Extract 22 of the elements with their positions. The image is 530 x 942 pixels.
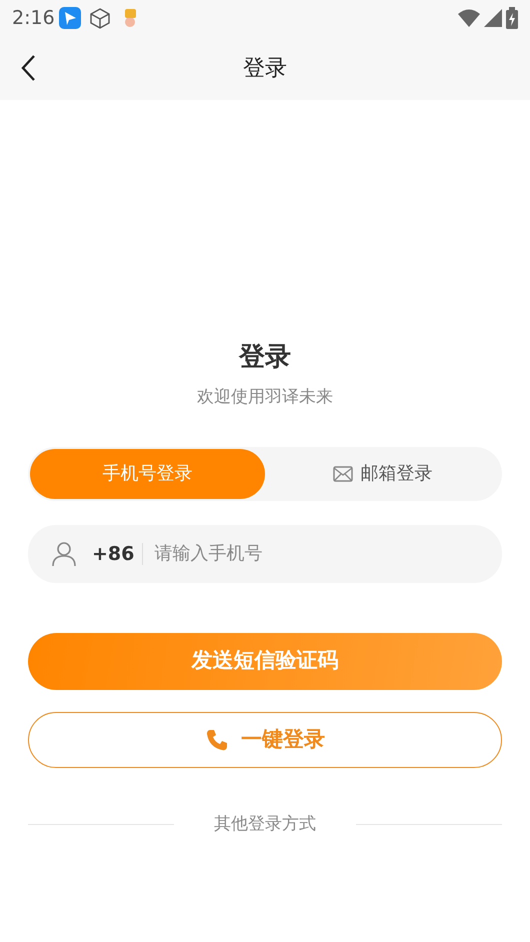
wifi-icon [458,9,480,27]
signal-icon [484,9,502,27]
back-button[interactable] [20,54,36,82]
battery-icon [506,7,518,29]
send-code-button[interactable]: 发送短信验证码 [28,632,502,690]
login-tab[interactable]: 手机号登录 [30,448,265,499]
user-icon [52,540,76,567]
phone-input-field[interactable]: 请输入手机号 [152,539,478,568]
phone-icon [205,728,229,752]
status-time: 2:16 [12,6,55,31]
cube-icon [88,7,111,29]
back-icon [20,54,36,82]
login-heading: 登录 [238,342,292,374]
page-title: 登录 [243,54,287,82]
mail-icon [332,466,352,482]
phone-field[interactable]: +86 请输入手机号 [28,524,502,583]
other-methods-label: 其他登录方式 [213,812,317,836]
one-click-login-button[interactable]: 一键登录 [28,712,502,768]
app-icon [58,7,81,29]
login-tab[interactable]: 邮箱登录 [265,448,500,499]
welcome-subtitle: 欢迎使用羽译未来 [196,386,334,410]
country-code: +86 [76,542,144,565]
